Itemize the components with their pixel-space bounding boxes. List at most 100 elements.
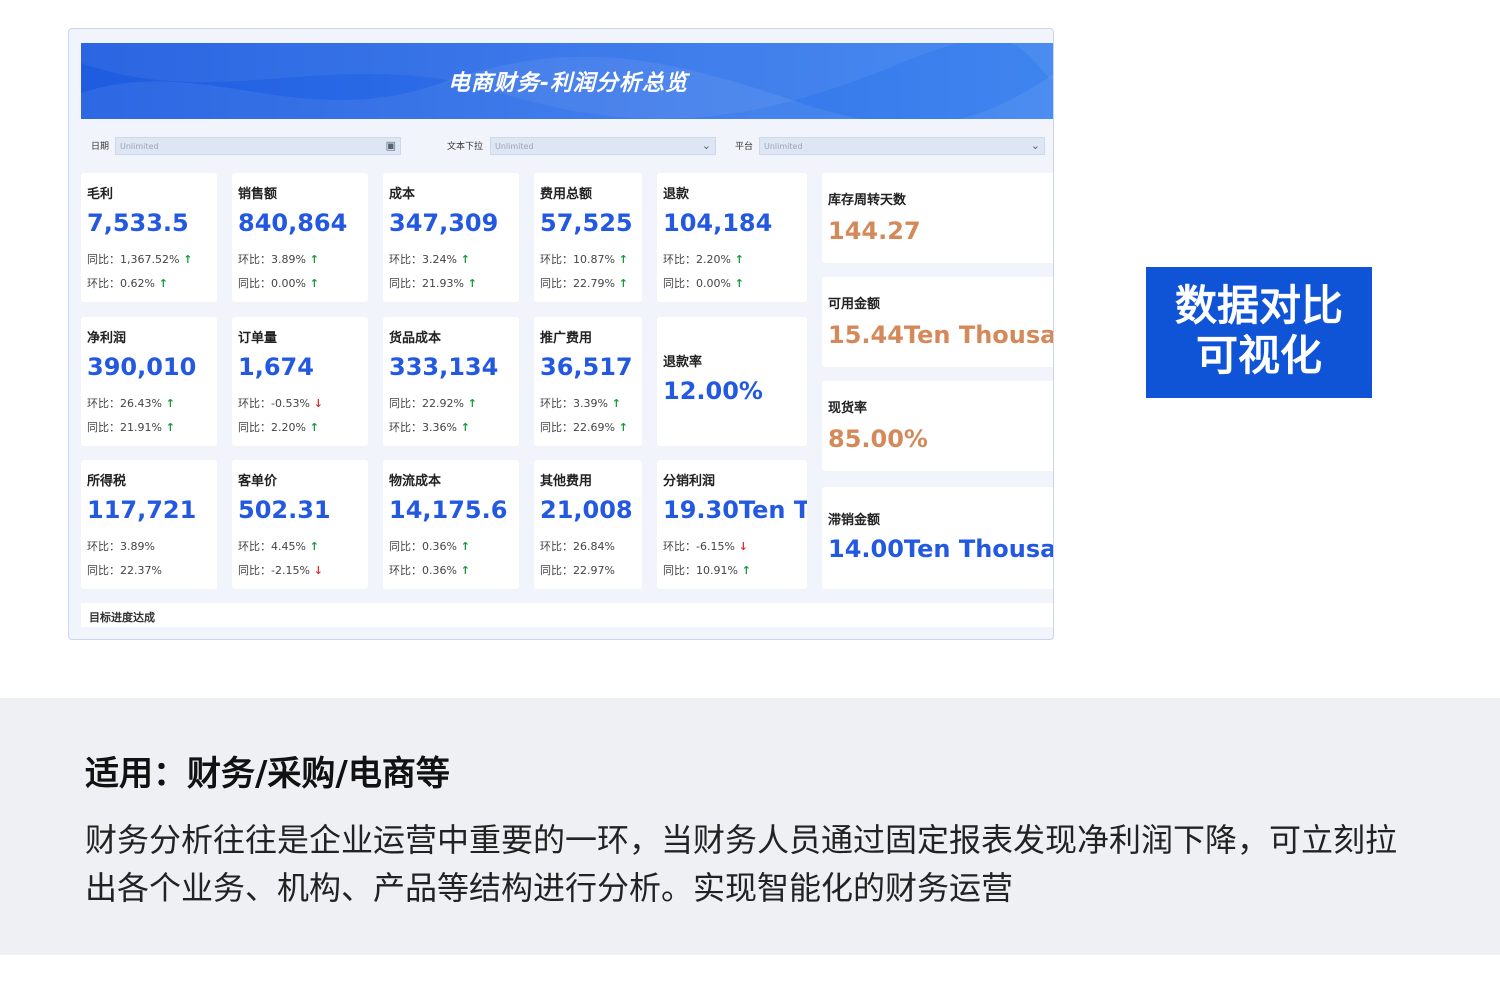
kpi-label: 退款	[663, 187, 690, 202]
kpi-comparison: 环比：0.62% ↑	[87, 275, 168, 291]
trend-up-icon: ↑	[463, 277, 477, 290]
kpi-comparison: 环比：3.89%	[87, 538, 155, 554]
kpi-label: 净利润	[87, 331, 127, 346]
trend-up-icon: ↑	[463, 397, 477, 410]
trend-down-icon: ↓	[734, 540, 748, 553]
kpi-value: 840,864	[238, 209, 348, 237]
kpi-card: 分销利润 19.30Ten Th 环比：-6.15% ↓ 同比：10.91% ↑	[657, 460, 807, 589]
kpi-card: 货品成本 333,134 同比：22.92% ↑ 环比：3.36% ↑	[383, 317, 519, 446]
badge-line-2: 可视化	[1195, 331, 1322, 380]
kpi-card: 所得税 117,721 环比：3.89% 同比：22.37%	[81, 460, 217, 589]
dashboard-title: 电商财务-利润分析总览	[447, 71, 689, 96]
kpi-comparison-text: 同比：22.37%	[87, 564, 162, 577]
filter-text-placeholder: Unlimited	[495, 142, 534, 151]
side-card-value: 144.27	[828, 217, 921, 245]
kpi-comparison: 同比：22.37%	[87, 562, 162, 578]
kpi-comparison: 环比：3.89% ↑	[238, 251, 319, 267]
kpi-comparison: 环比：-0.53% ↓	[238, 395, 323, 411]
kpi-value: 390,010	[87, 353, 197, 381]
filter-text-select[interactable]: Unlimited ⌄	[490, 137, 716, 155]
kpi-comparison: 同比：-2.15% ↓	[238, 562, 323, 578]
kpi-label: 其他费用	[540, 474, 593, 489]
kpi-label: 销售额	[238, 187, 278, 202]
trend-up-icon: ↑	[456, 564, 470, 577]
kpi-card: 退款率 12.00%	[657, 317, 807, 446]
kpi-comparison-text: 同比：21.91%	[87, 421, 162, 434]
kpi-comparison-text: 环比：26.84%	[540, 540, 615, 553]
kpi-comparison-text: 环比：-6.15%	[663, 540, 735, 553]
trend-up-icon: ↑	[614, 421, 628, 434]
kpi-comparison: 环比：3.36% ↑	[389, 419, 470, 435]
trend-up-icon: ↑	[456, 421, 470, 434]
kpi-comparison: 同比：21.91% ↑	[87, 419, 175, 435]
kpi-value: 14,175.6	[389, 496, 508, 524]
target-progress-section: 目标进度达成	[81, 603, 1053, 627]
target-progress-label: 目标进度达成	[89, 611, 155, 624]
chevron-down-icon[interactable]: ⌄	[1031, 139, 1040, 152]
kpi-label: 订单量	[238, 331, 278, 346]
kpi-comparison-text: 同比：1,367.52%	[87, 253, 180, 266]
kpi-comparison: 同比：0.36% ↑	[389, 538, 470, 554]
trend-up-icon: ↑	[607, 397, 621, 410]
side-card-label: 现货率	[828, 401, 868, 416]
kpi-comparison-text: 环比：2.20%	[663, 253, 731, 266]
kpi-comparison: 同比：22.97%	[540, 562, 615, 578]
kpi-label: 成本	[389, 187, 416, 202]
side-card-label: 可用金额	[828, 297, 881, 312]
trend-up-icon: ↑	[161, 421, 175, 434]
chevron-down-icon[interactable]: ⌄	[702, 139, 711, 152]
info-title: 适用：财务/采购/电商等	[85, 754, 450, 794]
kpi-label: 退款率	[663, 355, 703, 370]
filter-date-input[interactable]: Unlimited ▣	[115, 137, 401, 155]
filter-platform-placeholder: Unlimited	[764, 142, 803, 151]
side-card-available-amount: 可用金额 15.44Ten Thousan	[822, 277, 1054, 367]
kpi-comparison-text: 环比：3.89%	[87, 540, 155, 553]
kpi-card: 物流成本 14,175.6 同比：0.36% ↑ 环比：0.36% ↑	[383, 460, 519, 589]
kpi-value: 117,721	[87, 496, 197, 524]
kpi-comparison: 同比：22.69% ↑	[540, 419, 628, 435]
kpi-comparison-text: 环比：-0.53%	[238, 397, 310, 410]
calendar-icon[interactable]: ▣	[386, 139, 396, 152]
kpi-comparison: 同比：2.20% ↑	[238, 419, 319, 435]
trend-up-icon: ↑	[737, 564, 751, 577]
kpi-comparison: 同比：22.92% ↑	[389, 395, 477, 411]
kpi-comparison: 同比：22.79% ↑	[540, 275, 628, 291]
trend-down-icon: ↓	[309, 397, 323, 410]
trend-up-icon: ↑	[456, 540, 470, 553]
kpi-value: 19.30Ten Th	[663, 496, 807, 524]
side-card-label: 库存周转天数	[828, 193, 907, 208]
trend-up-icon: ↑	[305, 421, 319, 434]
kpi-value: 502.31	[238, 496, 331, 524]
kpi-label: 客单价	[238, 474, 278, 489]
trend-up-icon: ↑	[305, 277, 319, 290]
kpi-card: 退款 104,184 环比：2.20% ↑ 同比：0.00% ↑	[657, 173, 807, 302]
dashboard-frame: 电商财务-利润分析总览 日期 Unlimited ▣ 文本下拉 Unlimite…	[68, 28, 1054, 640]
side-card-label: 滞销金额	[828, 513, 881, 528]
dashboard-banner: 电商财务-利润分析总览	[81, 43, 1053, 119]
kpi-comparison-text: 环比：4.45%	[238, 540, 306, 553]
kpi-comparison-text: 同比：0.00%	[663, 277, 731, 290]
kpi-card: 毛利 7,533.5 同比：1,367.52% ↑ 环比：0.62% ↑	[81, 173, 217, 302]
kpi-comparison: 同比：21.93% ↑	[389, 275, 477, 291]
kpi-comparison-text: 环比：26.43%	[87, 397, 162, 410]
filter-platform-select[interactable]: Unlimited ⌄	[759, 137, 1045, 155]
kpi-comparison: 同比：10.91% ↑	[663, 562, 751, 578]
side-card-slow-moving-amount: 滞销金额 14.00Ten Thousan	[822, 487, 1053, 589]
kpi-comparison: 同比：0.00% ↑	[238, 275, 319, 291]
kpi-card: 其他费用 21,008 环比：26.84% 同比：22.97%	[534, 460, 642, 589]
kpi-comparison-text: 同比：0.00%	[238, 277, 306, 290]
side-card-value: 15.44Ten Thousan	[828, 321, 1054, 349]
kpi-comparison: 环比：3.24% ↑	[389, 251, 470, 267]
trend-up-icon: ↑	[730, 253, 744, 266]
kpi-card: 客单价 502.31 环比：4.45% ↑ 同比：-2.15% ↓	[232, 460, 368, 589]
trend-up-icon: ↑	[179, 253, 193, 266]
trend-up-icon: ↑	[161, 397, 175, 410]
kpi-card: 推广费用 36,517 环比：3.39% ↑ 同比：22.69% ↑	[534, 317, 642, 446]
kpi-comparison: 环比：-6.15% ↓	[663, 538, 748, 554]
kpi-comparison: 环比：26.84%	[540, 538, 615, 554]
filter-date-placeholder: Unlimited	[120, 142, 159, 151]
kpi-label: 所得税	[87, 474, 127, 489]
trend-up-icon: ↑	[305, 540, 319, 553]
kpi-value: 57,525	[540, 209, 633, 237]
kpi-card: 费用总额 57,525 环比：10.87% ↑ 同比：22.79% ↑	[534, 173, 642, 302]
